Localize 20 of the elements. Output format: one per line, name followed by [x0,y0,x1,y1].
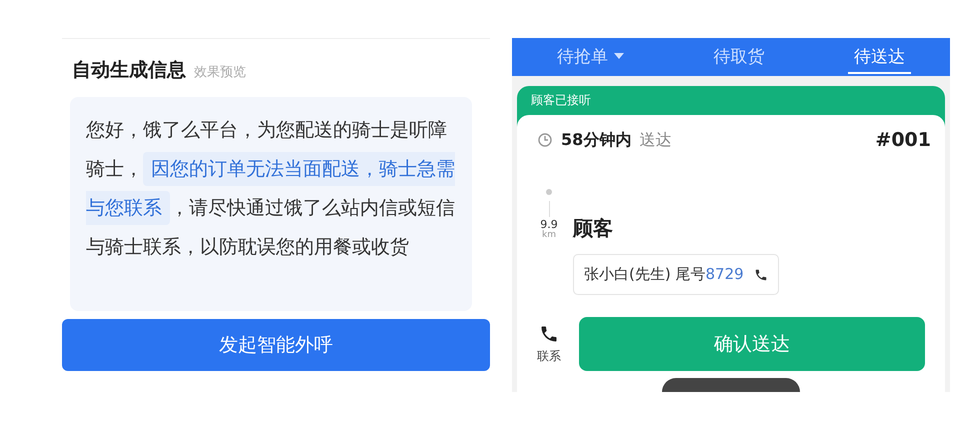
clock-icon [537,132,553,148]
tab[interactable]: 待取货 [707,40,770,74]
tab[interactable]: 待送达 [848,40,912,74]
panel-subtitle: 效果预览 [194,64,246,81]
delivery-time: 58分钟内 [561,130,632,150]
phone-icon[interactable] [539,324,559,344]
phone-icon [754,268,768,282]
delivery-time-suffix: 送达 [639,130,672,150]
confirm-delivery-button[interactable]: 确认送达 [579,317,925,371]
tab[interactable]: 待抢单 [550,40,630,74]
distance-value: 9.9 [540,219,558,230]
message-preview: 您好，饿了么平台，为您配送的骑士是听障骑士， 因您的订单无法当面配送，骑士急需与您联系 ，请尽快通过饿了么站内信或短信与骑士联系，以防耽误您的用餐或收货 [70,97,472,311]
customer-phone-chip[interactable]: 张小白(先生) 尾号8729 [573,254,779,295]
panel-title: 自动生成信息 [72,58,186,83]
customer-phone-text: 张小白(先生) 尾号8729 [584,265,744,284]
distance-unit: km [542,230,556,240]
recipient-label: 顾客 [573,215,613,242]
smart-call-button[interactable]: 发起智能外呼 [62,319,490,371]
contact-label[interactable]: 联系 [537,348,561,364]
order-number: #001 [875,129,931,151]
